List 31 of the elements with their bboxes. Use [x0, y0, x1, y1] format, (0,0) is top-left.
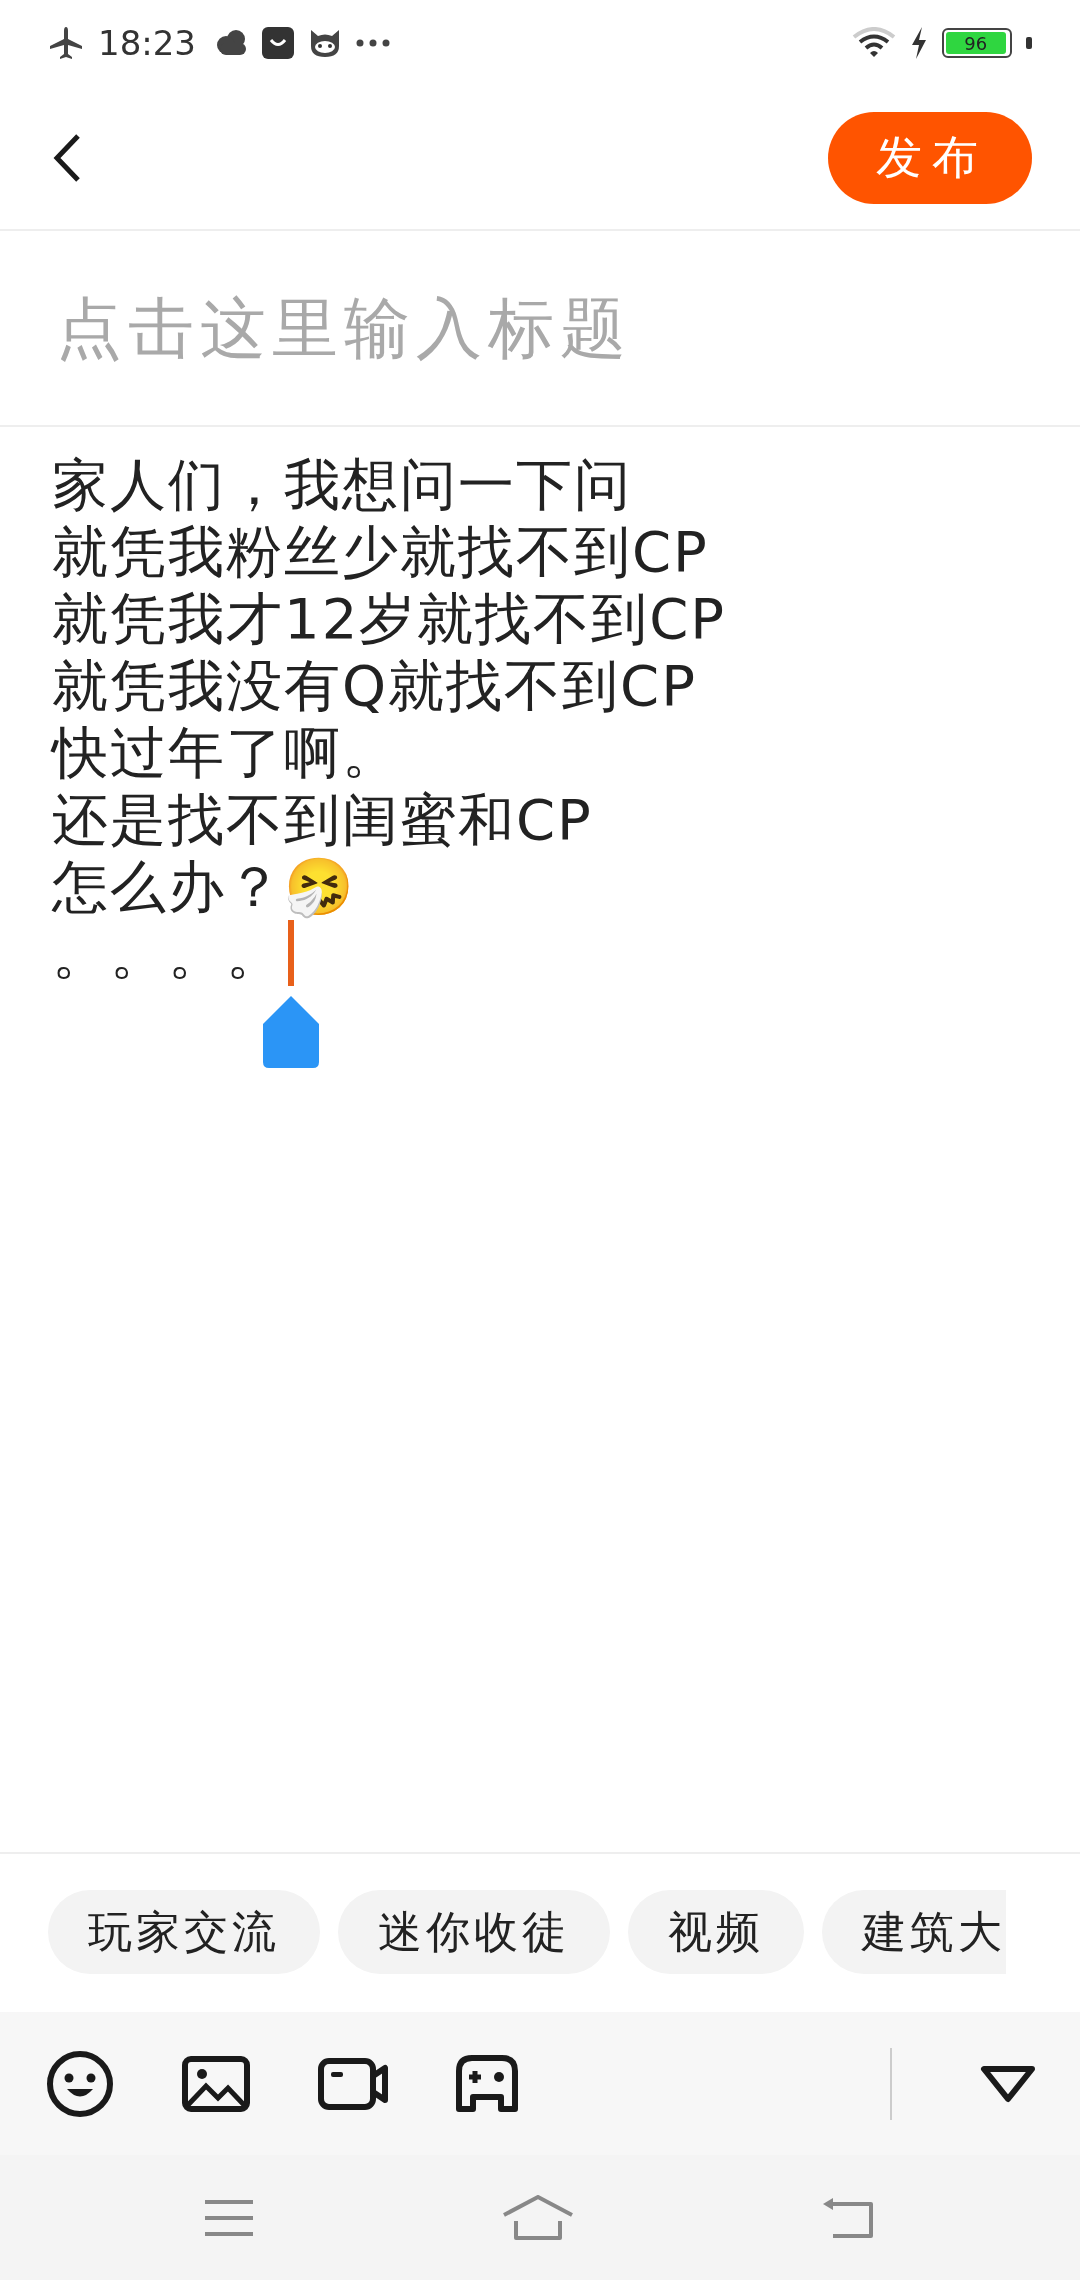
body-text-line: 就凭我没有Q就找不到CP — [52, 652, 697, 719]
topic-chip[interactable]: 迷你收徒 — [338, 1890, 610, 1974]
body-text-line: 怎么办？🤧 — [52, 853, 356, 920]
topic-chip[interactable]: 玩家交流 — [48, 1890, 320, 1974]
wifi-icon — [852, 27, 896, 59]
battery-percent: 96 — [946, 32, 1006, 54]
body-text-line: 就凭我粉丝少就找不到CP — [52, 518, 709, 585]
body-text-line: 家人们，我想问一下问 — [52, 451, 632, 518]
home-icon[interactable] — [502, 2194, 574, 2241]
cursor-handle[interactable] — [263, 996, 319, 1068]
collapse-icon[interactable] — [980, 2064, 1036, 2103]
topic-chip[interactable]: 视频 — [628, 1890, 804, 1974]
image-icon[interactable] — [182, 2055, 250, 2112]
menu-icon[interactable] — [203, 2197, 256, 2238]
more-icon — [356, 39, 390, 47]
airplane-icon — [48, 25, 84, 61]
smiley-icon[interactable] — [46, 2049, 114, 2118]
body-text-line: 就凭我才12岁就找不到CP — [52, 585, 727, 652]
clock-time: 18:23 — [98, 23, 196, 63]
back-icon[interactable] — [52, 132, 82, 183]
body-text-line: 。。。。 — [52, 920, 284, 987]
charging-icon — [910, 27, 928, 59]
battery-tip-icon — [1026, 37, 1032, 49]
gamepad-icon[interactable] — [456, 2054, 518, 2113]
cloud-icon — [214, 29, 248, 57]
body-text-line: 快过年了啊。 — [52, 719, 400, 786]
body-text-line: 还是找不到闺蜜和CP — [52, 786, 593, 853]
topic-chip[interactable]: 建筑大 — [822, 1890, 1006, 1974]
cat-face-icon — [308, 28, 342, 58]
title-field[interactable]: 点击这里输入标题 — [0, 231, 1080, 425]
video-camera-icon[interactable] — [318, 2057, 388, 2110]
